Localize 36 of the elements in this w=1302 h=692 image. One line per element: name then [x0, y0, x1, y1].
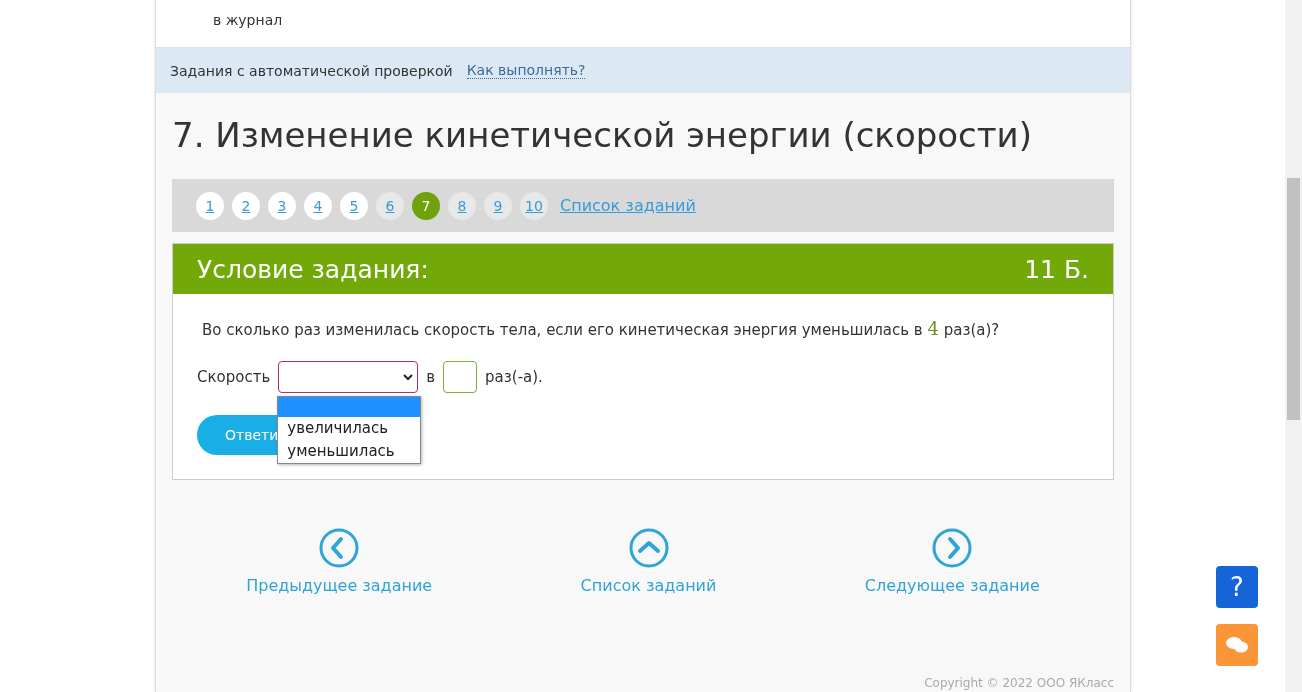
page-number-link[interactable]: 10 — [520, 191, 548, 220]
copyright-text: Copyright © 2022 ООО ЯКласс — [924, 676, 1115, 692]
in-label: в — [426, 368, 436, 386]
scrollbar[interactable] — [1285, 0, 1302, 692]
task-title: 7. Изменение кинетической энергии (скорости) — [172, 115, 1033, 155]
nav-link[interactable]: Предыдущее задание — [246, 528, 433, 595]
chevron-down-icon — [403, 373, 414, 381]
page-number-link[interactable]: 8 — [448, 191, 476, 220]
help-button[interactable]: ? — [1216, 566, 1258, 608]
chat-button[interactable] — [1216, 624, 1258, 666]
page-number-link[interactable]: 5 — [340, 191, 368, 220]
page-number-link[interactable]: 4 — [304, 191, 332, 220]
nav-link[interactable]: Следующее задание — [864, 528, 1040, 595]
chevron-up-circle-icon — [628, 528, 669, 568]
task-list-link[interactable]: Список заданий — [560, 196, 696, 215]
chevron-left-circle-icon — [319, 528, 360, 568]
answer-label: Скорость — [197, 368, 271, 386]
how-to-link[interactable]: Как выполнять? — [466, 62, 586, 79]
card-title: Условие задания: — [197, 254, 429, 284]
page-number-link[interactable]: 3 — [268, 191, 296, 220]
page-number-link[interactable]: 7 — [412, 191, 440, 220]
page-number-link[interactable]: 2 — [232, 191, 260, 220]
dropdown-option[interactable]: увеличилась — [278, 417, 421, 440]
nav-link[interactable]: Список заданий — [580, 528, 717, 595]
instruction-text: в журнал — [213, 12, 283, 28]
page-number-link[interactable]: 1 — [196, 191, 224, 220]
times-label: раз(-а). — [485, 368, 543, 386]
page-number-link[interactable]: 9 — [484, 191, 512, 220]
dropdown-option[interactable]: уменьшилась — [278, 440, 421, 463]
info-label: Задания с автоматической проверкой — [170, 62, 453, 79]
points-label: 11 Б. — [1024, 254, 1089, 284]
chat-bubbles-icon — [1226, 636, 1248, 654]
number-input[interactable] — [443, 361, 478, 393]
page-number-link[interactable]: 6 — [376, 191, 404, 220]
chevron-right-circle-icon — [932, 528, 973, 568]
question-text: Во сколько раз изменилась скорость тела, если его кинетическая энергия уменьшилась в 4 раз(а)? — [202, 318, 1001, 339]
